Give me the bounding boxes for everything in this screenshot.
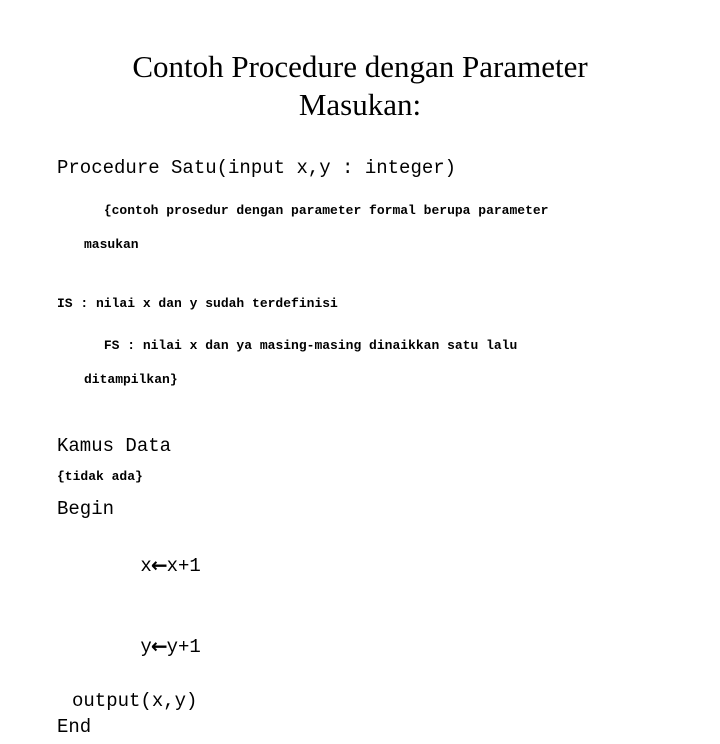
assignment-expression-x: x+1 <box>166 555 201 577</box>
slide-title: Contoh Procedure dengan Parameter Masuka… <box>36 48 684 124</box>
initial-state-line: IS : nilai x dan y sudah terdefinisi <box>57 296 338 311</box>
output-statement: output(x,y) <box>72 690 198 712</box>
left-arrow-icon: ← <box>150 634 168 658</box>
kamus-data-heading: Kamus Data <box>57 435 172 457</box>
assignment-expression-y: y+1 <box>166 636 201 658</box>
begin-keyword: Begin <box>57 498 115 520</box>
final-state-line-1: FS : nilai x dan ya masing-masing dinaik… <box>103 338 518 353</box>
final-state-line: FS : nilai x dan ya masing-masing dinaik… <box>57 320 657 422</box>
kamus-data-content: {tidak ada} <box>57 469 143 484</box>
slide-title-line-1: Contoh Procedure dengan Parameter <box>132 49 588 84</box>
end-keyword: End <box>57 716 92 738</box>
slide-title-line-2: Masukan: <box>298 87 422 122</box>
left-arrow-icon: ← <box>150 553 168 577</box>
specification-comment-line-1: {contoh prosedur dengan parameter formal… <box>103 203 549 218</box>
final-state-line-2: ditampilkan} <box>84 372 178 387</box>
assignment-statement-y: y←y+1 <box>57 607 657 688</box>
assignment-statement-x: x←x+1 <box>57 526 657 607</box>
specification-comment: {contoh prosedur dengan parameter formal… <box>57 185 657 287</box>
slide-canvas: Contoh Procedure dengan Parameter Masuka… <box>0 0 720 738</box>
slide-body: Procedure Satu(input x,y : integer) {con… <box>57 156 657 744</box>
specification-comment-line-2: masukan <box>84 237 139 252</box>
procedure-signature: Procedure Satu(input x,y : integer) <box>57 157 457 179</box>
